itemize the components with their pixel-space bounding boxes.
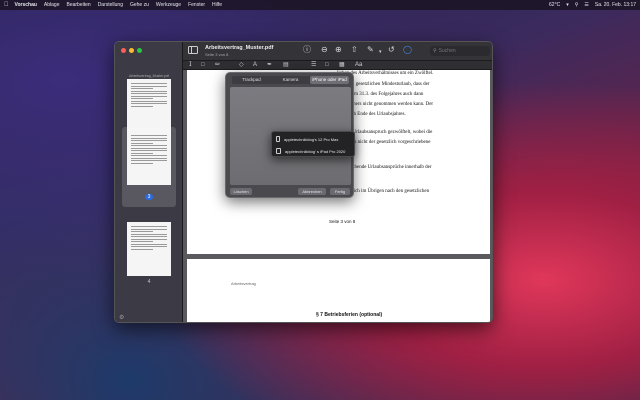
temperature-status[interactable]: 62°C xyxy=(549,2,560,8)
toolbar: Arbeitsvertrag_Muster.pdf Seite 3 von 8 … xyxy=(183,42,492,61)
shape-style-icon[interactable]: ☰ xyxy=(311,61,316,70)
doc-text-line: bleibende Urlaubsansprüche innerhalb der xyxy=(347,165,432,170)
apple-menu-icon[interactable]:  xyxy=(4,2,9,8)
info-icon[interactable]: ⓘ xyxy=(303,45,311,55)
signature-icon[interactable]: ✒ xyxy=(267,61,272,70)
page-footer: Seite 3 von 8 xyxy=(329,219,356,224)
menu-darstellung[interactable]: Darstellung xyxy=(98,2,123,8)
menu-bar:  Vorschau Ablage Bearbeiten Darstellung… xyxy=(0,0,640,10)
section-heading: § 7 Betriebsferien (optional) xyxy=(316,312,383,318)
markup-toolbar-icon[interactable]: ◯ xyxy=(403,45,412,55)
chevron-down-icon[interactable]: ▾ xyxy=(379,47,382,57)
clear-button[interactable]: Löschen xyxy=(230,188,252,195)
done-button[interactable]: Fertig xyxy=(330,188,350,195)
fill-color-icon[interactable]: ▦ xyxy=(339,61,345,70)
thumbnail-image xyxy=(127,131,171,185)
menu-app-vorschau[interactable]: Vorschau xyxy=(15,2,37,8)
markup-toolbar: 𝖨 □ ✏ ◇ A ✒ ▤ ☰ □ ▦ Aa xyxy=(183,61,492,70)
search-field[interactable]: ⚲ xyxy=(430,46,490,56)
menu-bearbeiten[interactable]: Bearbeiten xyxy=(67,2,91,8)
ipad-icon xyxy=(276,148,281,154)
page-number: 4 xyxy=(147,279,151,285)
search-icon[interactable]: ⚲ xyxy=(575,2,579,8)
sidebar-doc-name: Arbeitsvertrag_Muster.pdf xyxy=(128,74,170,78)
page-thumbnail-3[interactable]: 3 xyxy=(122,127,176,207)
device-label: appletechnikblog' s iPad Pro 2020 xyxy=(285,148,346,154)
menu-hilfe[interactable]: Hilfe xyxy=(212,2,222,8)
close-button[interactable] xyxy=(121,48,126,53)
menu-fenster[interactable]: Fenster xyxy=(188,2,205,8)
zoom-out-icon[interactable]: ⊖ xyxy=(321,45,328,55)
zoom-in-icon[interactable]: ⊕ xyxy=(335,45,342,55)
zoom-button[interactable] xyxy=(137,48,142,53)
share-icon[interactable]: ⇧ xyxy=(351,45,358,55)
menu-gehe-zu[interactable]: Gehe zu xyxy=(130,2,149,8)
status-area: 62°C ▾ ⚲ ☰ Sa. 20. Feb. 13:17 xyxy=(543,2,636,8)
markup-pen-icon[interactable]: ✎ xyxy=(367,45,374,55)
control-center-icon[interactable]: ☰ xyxy=(584,2,588,8)
tab-trackpad[interactable]: Trackpad xyxy=(232,76,271,84)
device-item-ipad[interactable]: appletechnikblog' s iPad Pro 2020 xyxy=(276,146,345,156)
wifi-icon[interactable]: ▾ xyxy=(566,2,569,8)
document-subtitle: Seite 3 von 8 xyxy=(205,52,229,57)
rotate-icon[interactable]: ↺ xyxy=(388,45,395,55)
device-label: appletechnikblog's 12 Pro Max xyxy=(284,136,339,142)
menu-werkzeuge[interactable]: Werkzeuge xyxy=(156,2,181,8)
page-header: Arbeitsvertrag xyxy=(231,281,256,286)
note-icon[interactable]: ▤ xyxy=(283,61,289,70)
document-title[interactable]: Arbeitsvertrag_Muster.pdf xyxy=(205,45,273,51)
thumbnail-image xyxy=(127,222,171,276)
device-menu: appletechnikblog's 12 Pro Max appletechn… xyxy=(271,131,355,157)
text-style-icon[interactable]: Aa xyxy=(355,61,362,70)
sidebar: Arbeitsvertrag_Muster.pdf 2 3 4 ⚙ xyxy=(115,42,183,322)
search-input[interactable] xyxy=(438,48,487,54)
text-selection-icon[interactable]: 𝖨 xyxy=(189,61,192,70)
cancel-button[interactable]: Abbrechen xyxy=(298,188,326,195)
sidebar-options-icon[interactable]: ⚙ xyxy=(119,314,124,321)
doc-text-line: icht sich im Übrigen nach den gesetzlich… xyxy=(343,189,430,194)
signature-source-tabs: Trackpad Kamera iPhone oder iPad xyxy=(232,76,349,84)
sidebar-toggle-icon[interactable] xyxy=(188,46,198,54)
document-page-4: Arbeitsvertrag § 7 Betriebsferien (optio… xyxy=(187,259,490,322)
doc-text-line: durch nicht der gesetzlich vorgeschriebe… xyxy=(345,140,431,145)
iphone-icon xyxy=(276,136,280,142)
page-number-selected: 3 xyxy=(144,194,154,200)
sketch-icon[interactable]: ✏ xyxy=(215,61,220,70)
shapes-icon[interactable]: ◇ xyxy=(239,61,244,70)
device-item-iphone[interactable]: appletechnikblog's 12 Pro Max xyxy=(276,134,338,144)
rectangular-selection-icon[interactable]: □ xyxy=(201,61,205,70)
window-controls xyxy=(121,48,145,53)
border-color-icon[interactable]: □ xyxy=(325,61,329,70)
clock[interactable]: Sa. 20. Feb. 13:17 xyxy=(595,2,636,8)
tab-camera[interactable]: Kamera xyxy=(271,76,310,84)
doc-text-line: der Urlaubsanspruch gezwölftelt, wobei d… xyxy=(345,130,433,135)
thumbnail-image xyxy=(127,79,171,133)
search-icon: ⚲ xyxy=(433,48,437,54)
menu-ablage[interactable]: Ablage xyxy=(44,2,60,8)
minimize-button[interactable] xyxy=(129,48,134,53)
text-icon[interactable]: A xyxy=(253,61,257,70)
tab-iphone-ipad[interactable]: iPhone oder iPad xyxy=(310,76,349,84)
page-thumbnail-4[interactable]: 4 xyxy=(122,222,176,285)
